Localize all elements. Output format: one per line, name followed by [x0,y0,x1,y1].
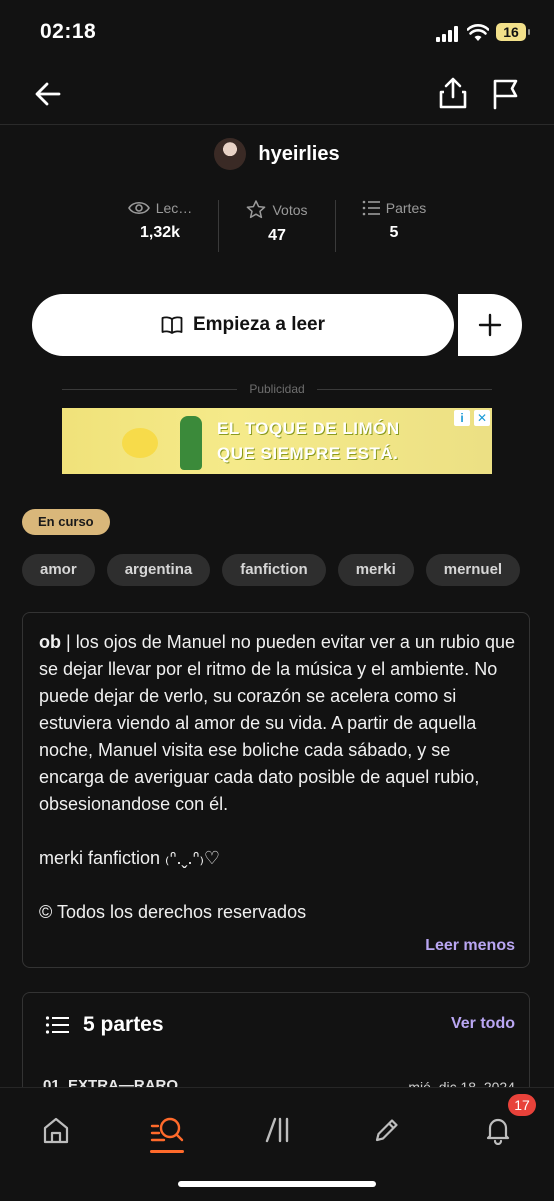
description-separator: | [61,632,76,652]
back-button[interactable] [32,78,64,110]
tag-merki[interactable]: merki [337,554,414,586]
stat-votes-value: 47 [268,227,286,244]
stat-votes: Votos 47 [218,200,335,252]
author-name: hyeirlies [258,142,340,165]
description-tagline: merki fanfiction ₍ᐢ.ˬ.ᐢ₎♡ [39,848,221,868]
ad-line-1: EL TOQUE DE LIMÓN [217,419,400,438]
nav-home[interactable] [36,1110,76,1150]
ad-banner[interactable]: EL TOQUE DE LIMÓN QUE SIEMPRE ESTÁ. i ✕ [62,408,492,474]
tag-argentina[interactable]: argentina [106,554,211,586]
stat-reads: Lec… 1,32k [102,200,218,252]
ad-line-2: QUE SIEMPRE ESTÁ. [217,444,399,463]
nav-active-indicator [150,1150,184,1153]
wifi-icon [466,24,490,47]
tag-fanfiction[interactable]: fanfiction [222,554,326,586]
bottle-image [180,416,202,470]
status-badge: En curso [22,509,110,535]
nav-notifications[interactable] [478,1110,518,1150]
story-stats: Lec… 1,32k Votos 47 Partes 5 [102,200,452,252]
ad-info-icon[interactable]: i [454,410,470,426]
tag-mernuel[interactable]: mernuel [425,554,521,586]
bell-icon [486,1118,510,1145]
parts-card: 5 partes Ver todo 01. EXTRA—RARO mié, di… [22,992,530,1102]
stat-parts: Partes 5 [335,200,452,252]
description-card: ob | los ojos de Manuel no pueden evitar… [22,612,530,968]
read-less-link[interactable]: Leer menos [425,937,515,955]
star-icon [247,200,266,219]
eye-icon [127,201,150,215]
description-text: ob | los ojos de Manuel no pueden evitar… [39,629,519,926]
avatar [214,138,247,170]
ad-label: Publicidad [249,382,305,396]
plus-icon [478,313,502,337]
start-reading-button[interactable]: Empieza a leer [32,294,454,356]
lemon-image [122,428,158,458]
book-icon [161,316,183,334]
stat-reads-value: 1,32k [139,224,181,241]
ad-close-icon[interactable]: ✕ [474,410,490,426]
divider [316,388,492,390]
tag-amor[interactable]: amor [22,554,95,586]
author-row[interactable]: hyeirlies [0,136,554,172]
share-button[interactable] [438,76,468,110]
stat-votes-label: Votos [272,201,308,218]
home-indicator [178,1181,376,1187]
report-button[interactable] [492,78,520,110]
stat-parts-label: Partes [385,200,427,216]
flag-icon [493,79,518,110]
nav-library[interactable] [258,1110,298,1150]
ad-text: EL TOQUE DE LIMÓN QUE SIEMPRE ESTÁ. [217,416,400,466]
list-icon [45,1016,69,1034]
see-all-link[interactable]: Ver todo [451,1015,515,1033]
ad-label-row: Publicidad [62,380,492,398]
parts-header: 5 partes [45,1013,164,1037]
description-body: los ojos de Manuel no pueden evitar ver … [39,632,515,814]
pencil-icon [375,1119,398,1142]
list-icon [362,200,380,216]
nav-write[interactable] [367,1110,407,1150]
share-icon [439,77,467,109]
signal-icon [436,26,462,47]
add-to-library-button[interactable] [458,294,522,356]
search-icon [150,1117,184,1142]
arrow-left-icon [35,82,61,106]
status-time: 02:18 [40,20,97,43]
parts-count: 5 partes [83,1013,164,1036]
notification-badge: 17 [508,1094,536,1116]
stat-parts-value: 5 [389,224,399,241]
library-icon [265,1117,289,1143]
header-divider [0,124,554,125]
copyright-text: © Todos los derechos reservados [39,902,307,922]
start-reading-label: Empieza a leer [192,314,326,335]
home-icon [43,1117,69,1144]
tag-list: amor argentina fanfiction merki mernuel [22,554,554,586]
battery-indicator: 16 [496,23,530,41]
description-lead: ob [39,632,61,652]
stat-reads-label: Lec… [155,200,193,216]
nav-search[interactable] [147,1110,187,1150]
divider [62,388,238,390]
